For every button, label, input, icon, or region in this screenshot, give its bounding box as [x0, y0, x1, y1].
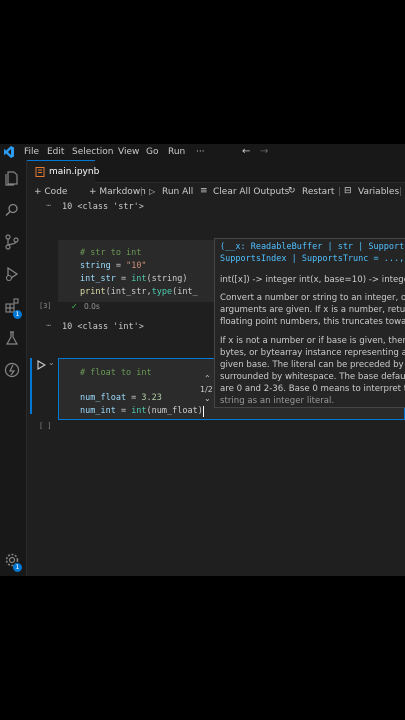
active-cell-indicator [30, 358, 32, 414]
text-cursor [203, 406, 204, 417]
collapse-output-icon[interactable]: ⋯ [46, 201, 51, 211]
extensions-badge: 1 [13, 310, 22, 319]
code-line: string = "10" [80, 261, 147, 271]
run-options-chevron-icon[interactable]: ⌄ [48, 358, 55, 367]
nav-back-icon[interactable]: ← [242, 146, 250, 157]
run-all-icon: ▷ [149, 187, 156, 196]
editor-tab-bar: main.ipynb [27, 160, 405, 183]
menu-selection[interactable]: Selection [72, 147, 113, 157]
collapse-output-icon[interactable]: ⋯ [46, 321, 51, 331]
doc-line: bytes, or bytearray instance representin… [220, 348, 405, 358]
menu-more[interactable]: ··· [196, 147, 205, 157]
code-line: num_int = int(num_float) [80, 406, 203, 416]
doc-line: floating point numbers, this truncates t… [220, 317, 405, 327]
python-icon[interactable] [4, 362, 20, 378]
toolbar-separator: | [338, 187, 342, 197]
doc-line: surrounded by whitespace. The base defau… [220, 372, 405, 382]
menu-view[interactable]: View [118, 147, 139, 157]
notebook-file-icon [35, 167, 45, 177]
toolbar-separator: | [140, 187, 144, 197]
overload-up-icon[interactable]: ⌃ [204, 374, 211, 383]
nav-forward-icon[interactable]: → [260, 146, 268, 157]
overload-counter: 1/2 [200, 385, 213, 394]
success-check-icon: ✓ [71, 302, 78, 311]
vscode-logo-icon [4, 146, 14, 158]
source-control-icon[interactable] [4, 234, 20, 250]
doc-line: are 0 and 2-36. Base 0 means to interpre… [220, 384, 405, 394]
code-line: # str to int [80, 248, 142, 258]
menu-edit[interactable]: Edit [47, 147, 64, 157]
signature-line: SupportsIndex | SupportsTrunc = ..., [220, 254, 405, 264]
menu-go[interactable]: Go [146, 147, 158, 157]
restart-icon: ↻ [288, 186, 296, 196]
signature-summary: int([x]) -> integer int(x, base=10) -> i… [220, 275, 405, 285]
toolbar-separator: | [399, 187, 403, 197]
search-icon[interactable] [4, 202, 20, 218]
cell-output: 10 <class 'int'> [62, 322, 144, 332]
menu-bar: File Edit Selection View Go Run ··· ← → [0, 144, 405, 160]
execution-time: 0.0s [84, 302, 100, 311]
settings-badge: 1 [13, 563, 22, 572]
overload-down-icon[interactable]: ⌄ [204, 394, 211, 403]
code-line: # float to int [80, 368, 152, 378]
doc-line: string as an integer literal. [220, 396, 335, 406]
clear-all-outputs-button[interactable]: Clear All Outputs [213, 187, 289, 197]
code-line: int_str = int(string) [80, 274, 188, 284]
cell-output: 10 <class 'str'> [62, 202, 144, 212]
signature-line: (__x: ReadableBuffer | str | Supports [220, 242, 405, 252]
add-code-cell-button[interactable]: + Code [34, 187, 67, 197]
run-cell-icon[interactable] [36, 360, 46, 370]
tab-main-ipynb[interactable]: main.ipynb [27, 160, 99, 183]
code-line: print(int_str,type(int_ [80, 287, 198, 297]
vscode-window: File Edit Selection View Go Run ··· ← → [0, 144, 405, 576]
doc-line: given base. The literal can be preceded … [220, 360, 405, 370]
run-all-button[interactable]: Run All [162, 187, 193, 197]
variables-button[interactable]: Variables [358, 187, 399, 197]
tab-label: main.ipynb [49, 167, 100, 177]
explorer-icon[interactable] [4, 170, 20, 186]
doc-line: arguments are given. If x is a number, r… [220, 305, 405, 315]
execution-count: [ ] [39, 422, 52, 430]
variables-icon: ⊟ [344, 186, 352, 196]
add-markdown-cell-button[interactable]: + Markdown [89, 187, 146, 197]
restart-kernel-button[interactable]: Restart [302, 187, 334, 197]
signature-help-popup: (__x: ReadableBuffer | str | Supports Su… [214, 238, 405, 408]
activity-bar: 1 1 [0, 160, 27, 576]
doc-line: If x is not a number or if base is given… [220, 336, 405, 346]
menu-file[interactable]: File [24, 147, 39, 157]
code-line: num_float = 3.23 [80, 393, 162, 403]
execution-count: [3] [39, 302, 52, 310]
run-debug-icon[interactable] [4, 266, 20, 282]
testing-flask-icon[interactable] [4, 330, 20, 346]
doc-line: Convert a number or string to an integer… [220, 293, 405, 303]
menu-run[interactable]: Run [168, 147, 185, 157]
clear-outputs-icon: ≡ [200, 186, 208, 196]
notebook-toolbar: + Code + Markdown | ▷ Run All ≡ Clear Al… [27, 183, 405, 201]
